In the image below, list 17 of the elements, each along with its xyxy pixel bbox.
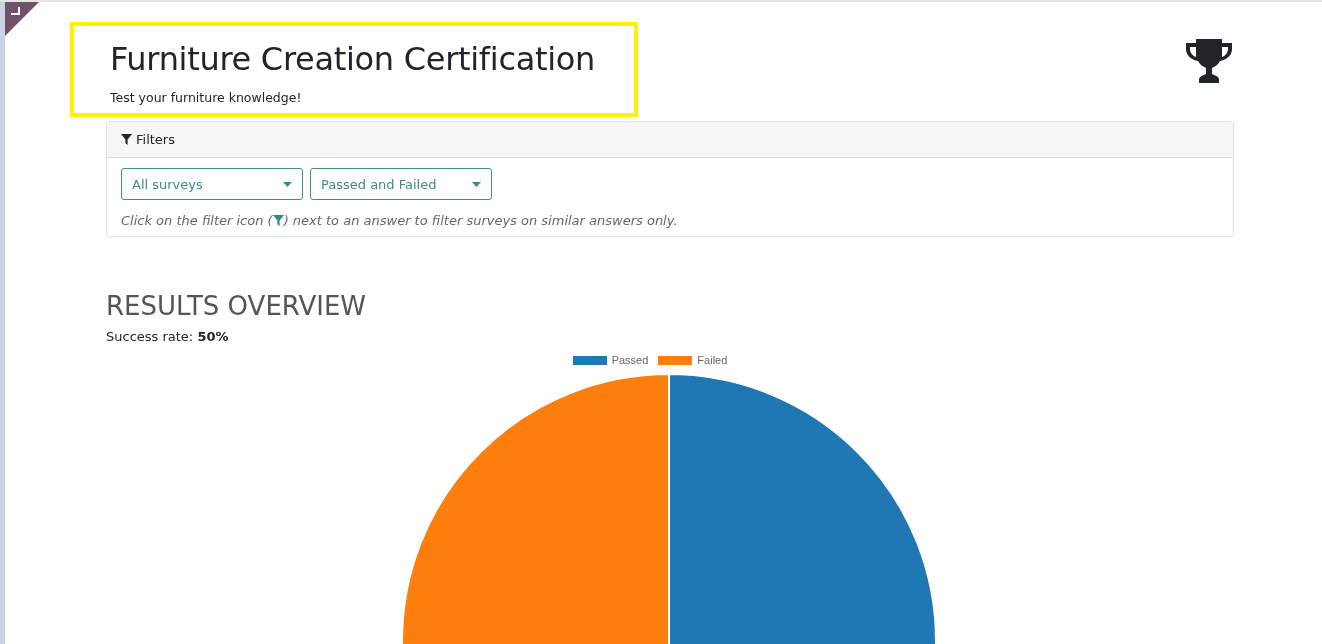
hint-text: Click on the filter icon ( [121,213,273,228]
legend-label: Failed [697,354,728,366]
trophy-icon [1184,39,1234,83]
hint-text: ) next to an answer to filter surveys on similar answers only. [283,213,678,228]
corner-icon [11,7,21,16]
filter-dropdown[interactable]: All surveys [121,168,303,200]
page-title: Furniture Creation Certification [110,40,597,78]
legend-label: Passed [611,354,649,366]
filter-dropdown[interactable]: Passed and Failed [310,168,492,200]
filters-title: Filters [136,132,175,147]
caret-icon [283,181,292,187]
page-subtitle: Test your furniture knowledge! [110,90,303,105]
caret-icon [472,181,481,187]
filter-icon [121,134,132,145]
success-rate: Success rate: 50% [106,329,230,344]
section-heading: RESULTS OVERVIEW [106,291,368,321]
filter-icon [272,215,284,226]
